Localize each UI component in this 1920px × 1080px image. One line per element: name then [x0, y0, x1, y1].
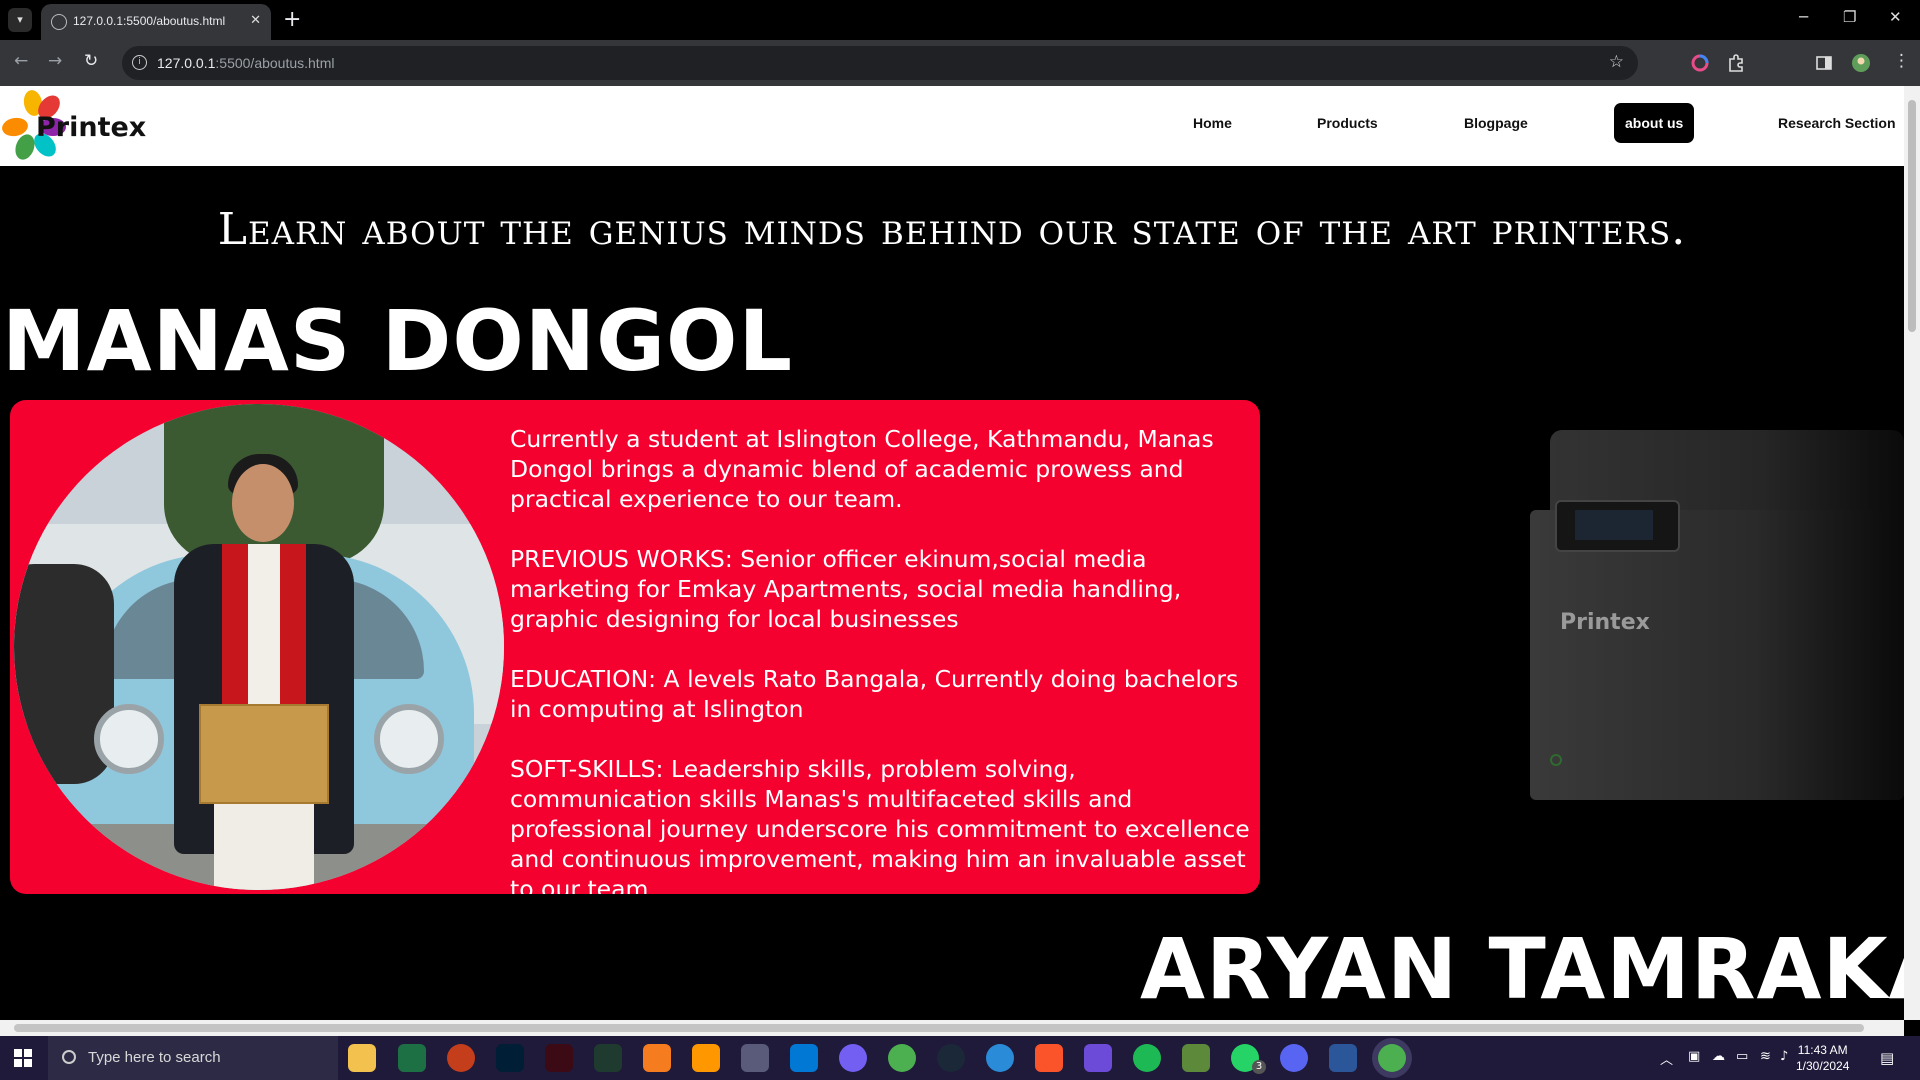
viber-icon[interactable]: [839, 1044, 867, 1072]
minecraft-icon[interactable]: [1182, 1044, 1210, 1072]
tab-search-icon[interactable]: ▾: [8, 8, 32, 32]
page-subtitle: Learn about the genius minds behind our …: [217, 204, 1687, 255]
clock-date: 1/30/2024: [1796, 1059, 1850, 1073]
new-tab-button[interactable]: +: [283, 7, 301, 33]
webpage: Printex Home Products Blogpage about us …: [0, 86, 1904, 1020]
excel-icon[interactable]: [398, 1044, 426, 1072]
wifi-icon[interactable]: ≋: [1760, 1049, 1771, 1064]
back-icon[interactable]: ←: [14, 51, 28, 71]
restore-icon[interactable]: ❐: [1843, 8, 1856, 26]
tab-close-icon[interactable]: ✕: [250, 13, 261, 28]
browser-tab[interactable]: 127.0.0.1:5500/aboutus.html ✕: [41, 4, 271, 40]
bio-previous-works: PREVIOUS WORKS: Senior officer ekinum,so…: [510, 545, 1182, 633]
volume-icon[interactable]: ♪: [1780, 1049, 1788, 1064]
tray-chevron-icon[interactable]: ︿: [1660, 1049, 1673, 1068]
member-card: Currently a student at Islington College…: [10, 400, 1260, 894]
logo-text: Printex: [36, 112, 147, 143]
extensions-puzzle-icon[interactable]: [1726, 53, 1746, 73]
member-photo: [14, 404, 504, 890]
bio-education: EDUCATION: A levels Rato Bangala, Curren…: [510, 665, 1239, 723]
member-name-aryan: ARYAN TAMRAKAR: [1140, 920, 1904, 1018]
member-bio: Currently a student at Islington College…: [510, 424, 1260, 894]
browser-menu-icon[interactable]: ⋮: [1893, 51, 1910, 71]
taskbar-search[interactable]: Type here to search: [48, 1036, 338, 1080]
tray-device-icon[interactable]: ▣: [1688, 1049, 1700, 1064]
app-diamond-icon[interactable]: [1084, 1044, 1112, 1072]
horizontal-scrollbar[interactable]: [0, 1020, 1904, 1036]
bio-intro: Currently a student at Islington College…: [510, 425, 1214, 513]
taskbar-clock[interactable]: 11:43 AM 1/30/2024: [1796, 1042, 1849, 1074]
tab-title: 127.0.0.1:5500/aboutus.html: [73, 14, 226, 28]
spotify-icon[interactable]: [1133, 1044, 1161, 1072]
search-icon: [62, 1050, 76, 1064]
clock-time: 11:43 AM: [1797, 1043, 1848, 1057]
nav-research-section[interactable]: Research Section: [1778, 115, 1896, 131]
nav-blogpage[interactable]: Blogpage: [1464, 115, 1528, 131]
chrome-icon[interactable]: [888, 1044, 916, 1072]
chrome-active-icon[interactable]: [1378, 1044, 1406, 1072]
vertical-scrollbar[interactable]: [1904, 86, 1920, 1020]
minimize-icon[interactable]: ─: [1799, 8, 1808, 26]
reload-icon[interactable]: ↻: [84, 51, 98, 71]
forward-icon[interactable]: →: [48, 51, 62, 71]
window-close-icon[interactable]: ✕: [1889, 8, 1902, 26]
app-green-arrow-icon[interactable]: [594, 1044, 622, 1072]
photoshop-icon[interactable]: [496, 1044, 524, 1072]
search-placeholder: Type here to search: [88, 1049, 221, 1066]
profile-avatar-icon[interactable]: [1851, 53, 1871, 73]
url-text[interactable]: 127.0.0.1:5500/aboutus.html: [157, 55, 334, 71]
steam-icon[interactable]: [937, 1044, 965, 1072]
browser-toolbar: ← → ↻ i 127.0.0.1:5500/aboutus.html ☆ ⋮: [0, 40, 1920, 86]
vscode-icon[interactable]: [790, 1044, 818, 1072]
xampp-icon[interactable]: [643, 1044, 671, 1072]
nav-home[interactable]: Home: [1193, 115, 1232, 131]
printer-image: Printex: [1490, 350, 1904, 800]
battery-icon[interactable]: ▭: [1736, 1049, 1748, 1064]
onedrive-icon[interactable]: ☁: [1712, 1049, 1725, 1064]
side-panel-icon[interactable]: [1814, 53, 1834, 73]
discord-icon[interactable]: [1280, 1044, 1308, 1072]
whatsapp-badge: 3: [1252, 1060, 1266, 1074]
notification-icon[interactable]: ▤: [1880, 1049, 1894, 1067]
windows-taskbar: Type here to search 3 ︿ ▣ ☁ ▭ ≋ ♪ 11:43 …: [0, 1036, 1920, 1080]
globe-icon: [51, 14, 67, 30]
brave-icon[interactable]: [1035, 1044, 1063, 1072]
nav-about-us[interactable]: about us: [1614, 103, 1695, 143]
vegas-icon[interactable]: [545, 1044, 573, 1072]
app-pen-icon[interactable]: [741, 1044, 769, 1072]
file-explorer-icon[interactable]: [348, 1044, 376, 1072]
printex-logo[interactable]: Printex: [0, 88, 147, 166]
browser-tabstrip: ▾ 127.0.0.1:5500/aboutus.html ✕ + ─ ❐ ✕: [0, 0, 1920, 40]
windows-start-icon[interactable]: [14, 1049, 32, 1067]
word-icon[interactable]: [1329, 1044, 1357, 1072]
extension-color-icon[interactable]: [1690, 53, 1710, 73]
sublime-icon[interactable]: [692, 1044, 720, 1072]
address-bar[interactable]: i 127.0.0.1:5500/aboutus.html ☆: [122, 46, 1638, 80]
site-info-icon[interactable]: i: [132, 55, 147, 70]
edge-icon[interactable]: [986, 1044, 1014, 1072]
bio-soft-skills: SOFT-SKILLS: Leadership skills, problem …: [510, 755, 1250, 894]
member-name-manas: MANAS DONGOL: [2, 292, 793, 390]
printer-logo-text: Printex: [1560, 610, 1650, 635]
nav-products[interactable]: Products: [1317, 115, 1378, 131]
bookmark-star-icon[interactable]: ☆: [1609, 52, 1624, 72]
powerpoint-icon[interactable]: [447, 1044, 475, 1072]
site-navbar: Printex Home Products Blogpage about us …: [0, 86, 1904, 166]
